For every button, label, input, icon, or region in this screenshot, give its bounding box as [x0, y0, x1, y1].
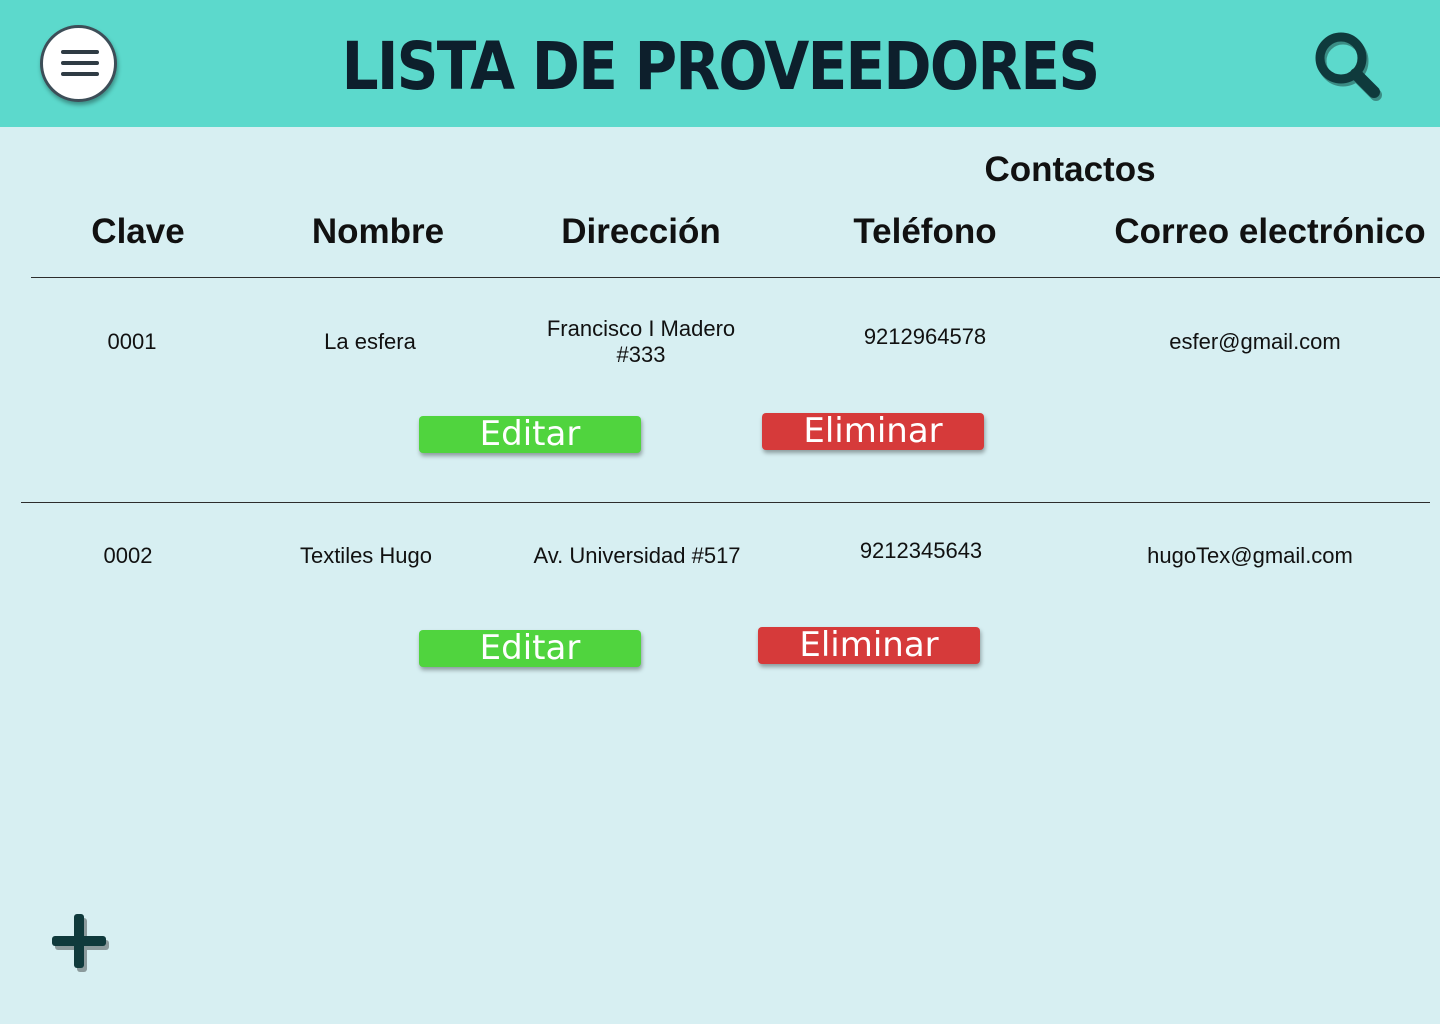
cell-telefono: 9212964578	[863, 324, 987, 349]
cell-correo: hugoTex@gmail.com	[1147, 543, 1353, 568]
search-button[interactable]	[1310, 28, 1384, 102]
cell-nombre: La esfera	[324, 329, 416, 354]
header-divider	[31, 277, 1440, 278]
cell-direccion: Francisco I Madero #333	[546, 316, 736, 367]
delete-button[interactable]: Eliminar	[762, 413, 984, 450]
cell-clave: 0002	[103, 543, 153, 568]
contacts-group-header: Contactos	[984, 150, 1156, 189]
cell-direccion: Av. Universidad #517	[533, 543, 741, 568]
edit-button[interactable]: Editar	[419, 416, 641, 453]
delete-button[interactable]: Eliminar	[758, 627, 980, 664]
column-header-telefono: Teléfono	[853, 212, 997, 251]
cell-clave: 0001	[107, 329, 157, 354]
cell-telefono: 9212345643	[859, 538, 983, 563]
plus-icon	[52, 914, 109, 972]
search-icon	[1315, 32, 1382, 101]
column-header-nombre: Nombre	[311, 212, 445, 251]
page-title: LISTA DE PROVEEDORES	[341, 28, 1101, 105]
column-header-direccion: Dirección	[561, 212, 721, 251]
column-header-clave: Clave	[91, 212, 185, 251]
column-header-correo: Correo electrónico	[1114, 212, 1426, 251]
header-bar: LISTA DE PROVEEDORES	[0, 0, 1440, 127]
app-root: LISTA DE PROVEEDORES Contactos Clave Nom…	[0, 0, 1440, 1024]
add-provider-button[interactable]	[48, 910, 112, 974]
row-divider	[21, 502, 1430, 503]
cell-correo: esfer@gmail.com	[1169, 329, 1341, 354]
cell-nombre: Textiles Hugo	[299, 543, 433, 568]
edit-button[interactable]: Editar	[419, 630, 641, 667]
